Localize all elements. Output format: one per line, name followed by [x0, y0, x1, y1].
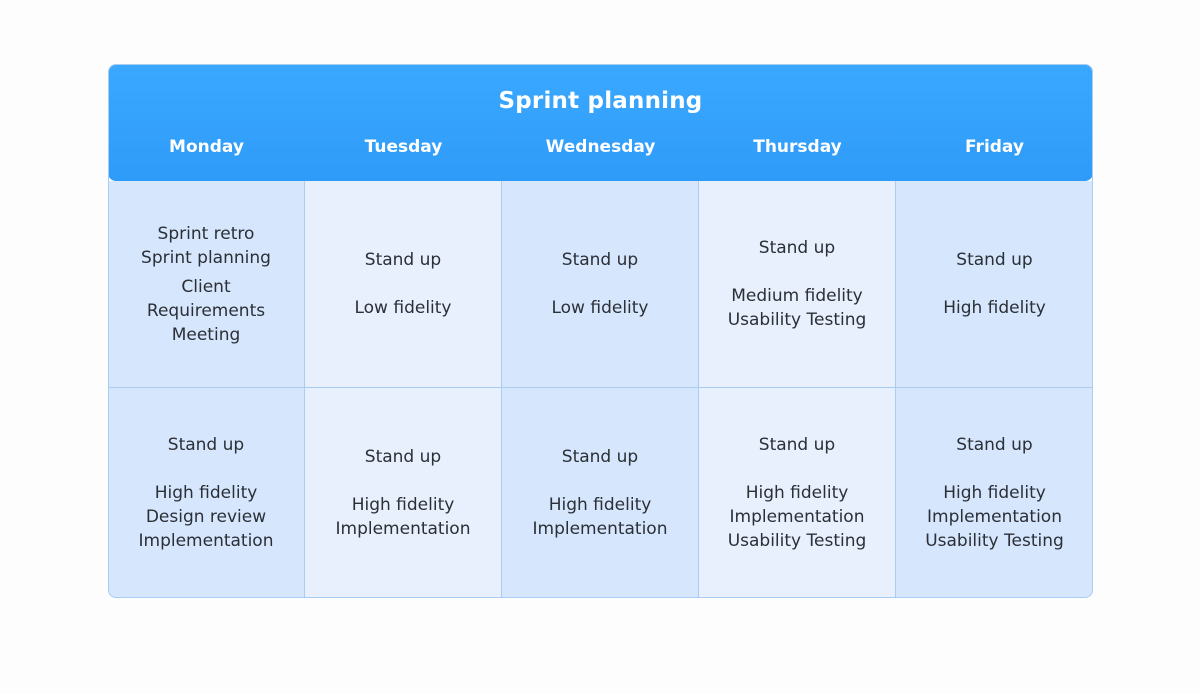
schedule-cell-thursday-row2: Stand up High fidelity Implementation Usabi… — [699, 388, 896, 598]
schedule-cell-friday-row2: Stand up High fidelity Implementation Usabi… — [896, 388, 1093, 598]
activity-label: Stand up — [758, 238, 836, 258]
activity-label: Low fidelity — [551, 298, 649, 318]
activity-label: Usability Testing — [727, 531, 867, 551]
activity-label: Design review — [145, 507, 267, 527]
activity-label: High fidelity — [548, 495, 652, 515]
day-header-monday: Monday — [169, 137, 244, 157]
activity-label: Implementation — [335, 519, 471, 539]
activity-label: Stand up — [561, 250, 639, 270]
activity-label: High fidelity — [745, 483, 849, 503]
activity-label: High fidelity — [351, 495, 455, 515]
activity-label: Usability Testing — [727, 310, 867, 330]
activity-label: Implementation — [532, 519, 668, 539]
schedule-cell-wednesday-row2: Stand up High fidelity Implementation — [502, 388, 699, 598]
activity-label: Stand up — [561, 447, 639, 467]
activity-label: Stand up — [956, 250, 1033, 270]
schedule-cell-friday-row1: Stand up High fidelity — [896, 181, 1093, 388]
activity-label: Implementation — [138, 531, 274, 551]
activity-label: Meeting — [171, 324, 241, 345]
activity-label: Low fidelity — [354, 298, 452, 318]
schedule-cell-monday-row2: Stand up High fidelity Design review Implem… — [108, 388, 305, 598]
activity-label: Sprint planning — [141, 247, 271, 268]
sprint-planning-board: Sprint planning Monday Tuesday Wednesday… — [108, 64, 1093, 598]
activity-label: Stand up — [956, 435, 1033, 455]
activity-label: Client — [181, 276, 231, 297]
activity-label: Stand up — [364, 447, 442, 467]
schedule-cell-monday-row1: Sprint retro Sprint planning Client Require… — [108, 181, 305, 388]
activity-label: Sprint retro — [157, 223, 255, 244]
activity-label: Medium fidelity — [731, 286, 863, 306]
activity-label: High fidelity — [154, 483, 258, 503]
activity-label: High fidelity — [943, 483, 1046, 503]
activity-label: High fidelity — [943, 298, 1046, 318]
activity-label: Usability Testing — [925, 531, 1064, 551]
day-header-thursday: Thursday — [753, 137, 842, 157]
activity-label: Stand up — [167, 435, 245, 455]
activity-label: Requirements — [146, 300, 266, 321]
activity-label: Stand up — [758, 435, 836, 455]
day-header-tuesday: Tuesday — [364, 137, 443, 157]
day-header-friday: Friday — [965, 137, 1024, 157]
activity-label: Implementation — [927, 507, 1062, 527]
activity-label: Implementation — [729, 507, 865, 527]
board-title: Sprint planning — [498, 88, 703, 114]
schedule-cell-wednesday-row1: Stand up Low fidelity — [502, 181, 699, 388]
schedule-cell-tuesday-row1: Stand up Low fidelity — [305, 181, 502, 388]
board-header: Sprint planning Monday Tuesday Wednesday… — [108, 64, 1093, 181]
activity-label: Stand up — [364, 250, 442, 270]
schedule-cell-thursday-row1: Stand up Medium fidelity Usability Testing — [699, 181, 896, 388]
schedule-cell-tuesday-row2: Stand up High fidelity Implementation — [305, 388, 502, 598]
day-header-wednesday: Wednesday — [545, 137, 656, 157]
schedule-grid: Sprint retro Sprint planning Client Require… — [108, 181, 1093, 598]
